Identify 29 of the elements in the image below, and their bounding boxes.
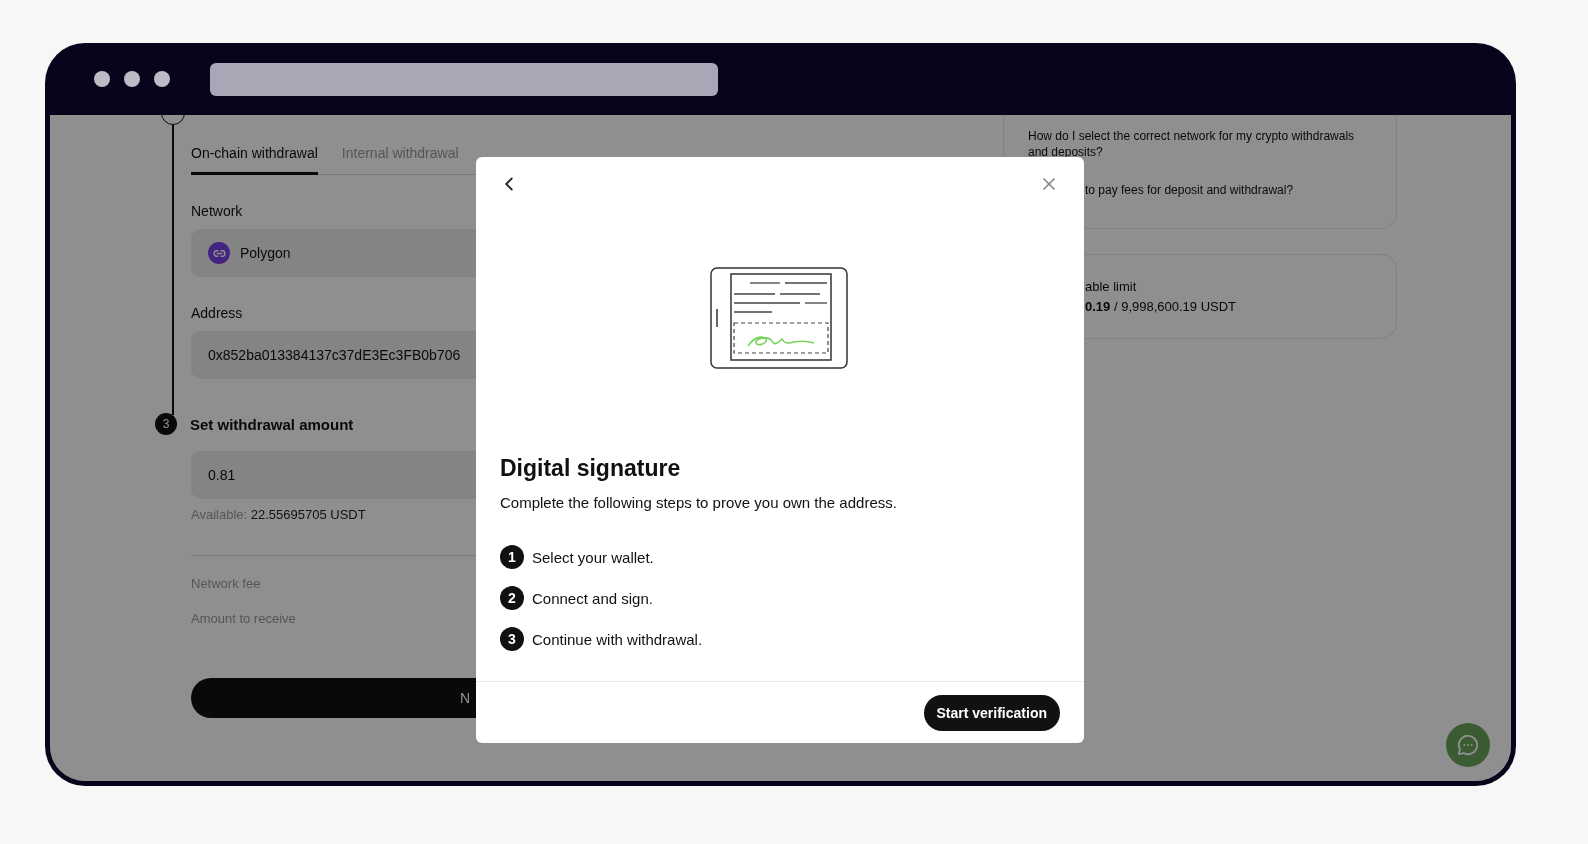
window-dot	[154, 71, 170, 87]
modal-title: Digital signature	[500, 455, 682, 482]
step-text: Select your wallet.	[532, 548, 654, 566]
tab[interactable]: On-chain withdrawal	[191, 145, 318, 175]
step-number: 1	[500, 545, 524, 569]
network-select[interactable]: Polygon	[191, 229, 476, 277]
faq-link[interactable]: How do I select the correct network for my crypto withdrawals and deposits?	[1028, 128, 1366, 160]
chat-bubble-icon	[1457, 734, 1479, 756]
available-balance: Available: 22.55695705 USDT	[191, 507, 367, 522]
step-number: 2	[500, 586, 524, 610]
field-label: Network	[191, 203, 244, 219]
field-label: Address	[191, 305, 244, 321]
start-verification-button[interactable]: Start verification	[923, 695, 1060, 731]
step-title: Set withdrawal amount	[190, 414, 354, 435]
step-number: 3	[500, 627, 524, 651]
chat-button[interactable]	[1446, 723, 1490, 767]
limit-label: able limit	[1085, 279, 1138, 294]
next-button[interactable]: N	[191, 678, 476, 718]
summary-label: Amount to receive	[191, 611, 297, 626]
window-dot	[124, 71, 140, 87]
limit-value: 0.19 / 9,998,600.19 USDT	[1085, 299, 1238, 314]
window-dot	[94, 71, 110, 87]
address-field[interactable]: 0x852ba013384137c37dE3Ec3FB0b706	[191, 331, 476, 379]
summary-label: Network fee	[191, 576, 262, 591]
modal-description: Complete the following steps to prove you own the address.	[500, 494, 898, 511]
step-text: Connect and sign.	[532, 589, 653, 607]
step-number: 3	[155, 413, 177, 435]
step-text: Continue with withdrawal.	[532, 630, 703, 648]
amount-field[interactable]: 0.81	[191, 451, 476, 499]
